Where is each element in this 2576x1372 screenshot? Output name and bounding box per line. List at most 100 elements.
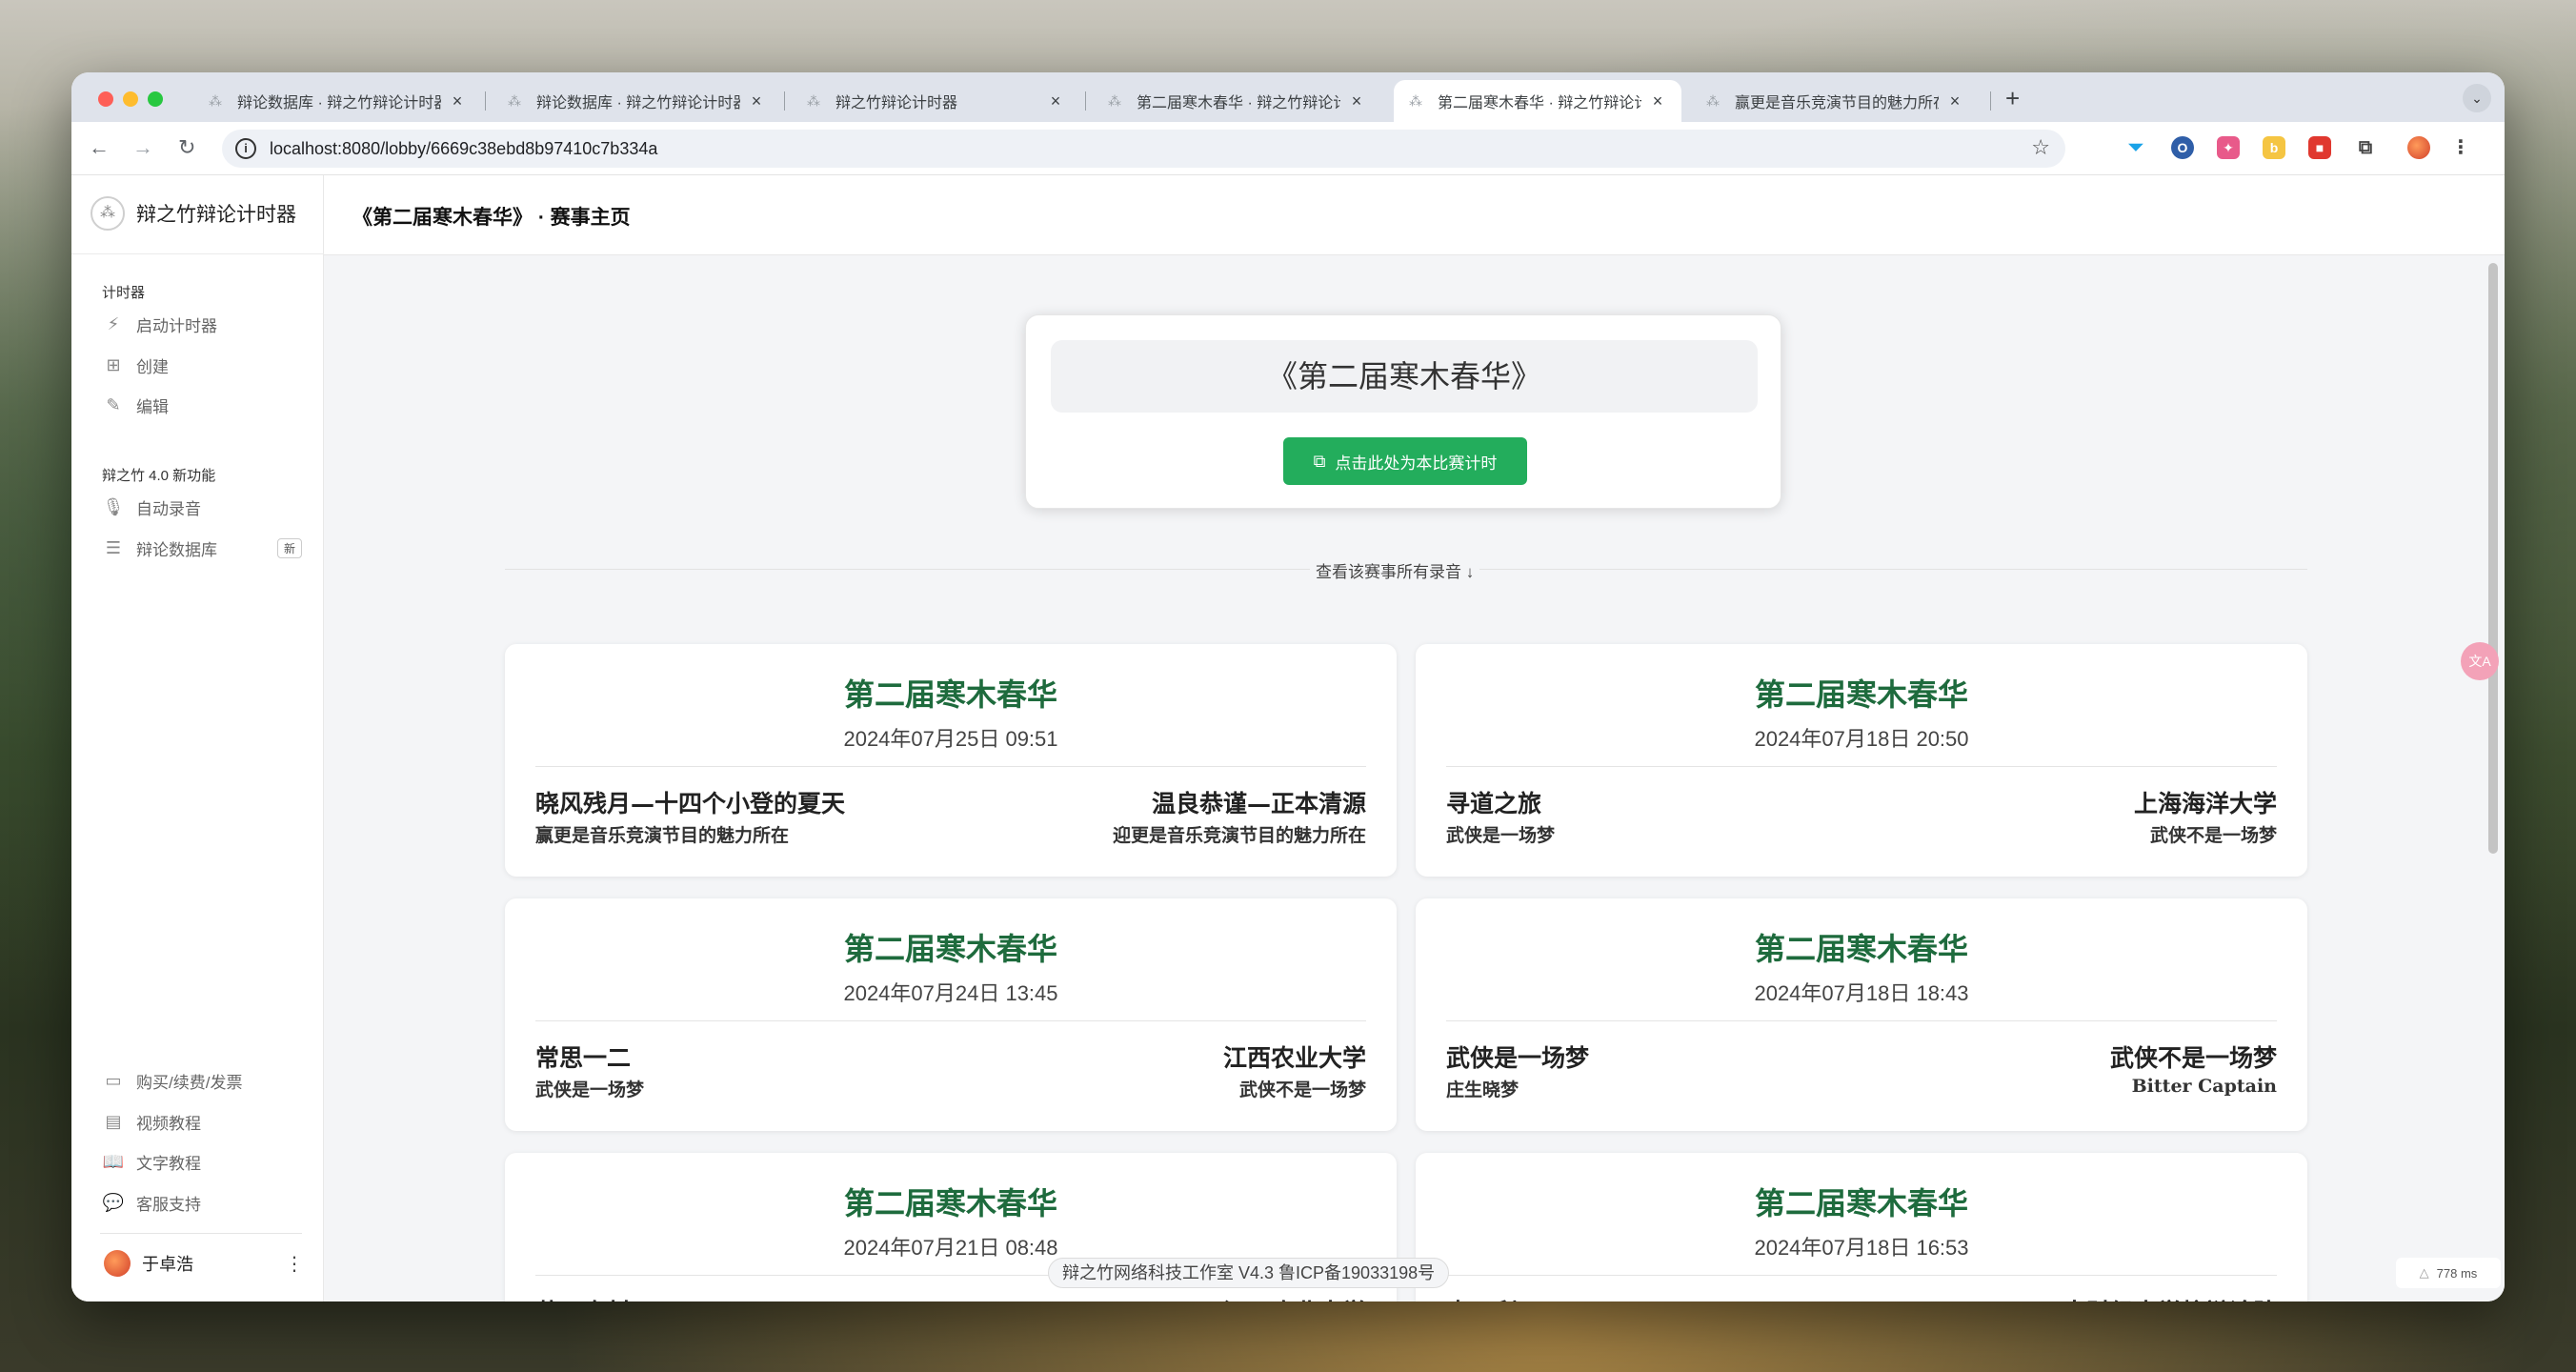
tab-label: 辩论数据库 · 辩之竹辩论计时器 bbox=[237, 95, 441, 111]
sidebar-item-label: 购买/续费/发票 bbox=[136, 1073, 243, 1092]
brand[interactable]: ⁂ 辩之竹辩论计时器 bbox=[91, 196, 296, 231]
sidebar-item-start-timer[interactable]: ⚡ 启动计时器 bbox=[102, 307, 302, 341]
tab-separator bbox=[784, 91, 785, 111]
match-title: 第二届寒木春华 bbox=[843, 931, 1057, 967]
note-extension-icon[interactable]: b bbox=[2263, 136, 2285, 159]
tab-4[interactable]: ⁂ 第二届寒木春华 · 辩之竹辩论计时器 × bbox=[1093, 80, 1380, 122]
record-extension-icon[interactable]: ■ bbox=[2308, 136, 2331, 159]
chat-icon: 💬 bbox=[102, 1192, 125, 1212]
address-bar[interactable]: i localhost:8080/lobby/6669c38ebd8b97410… bbox=[222, 130, 2065, 168]
tab-3[interactable]: ⁂ 辩之竹辩论计时器 × bbox=[792, 80, 1079, 122]
new-badge: 新 bbox=[276, 537, 302, 558]
url-text[interactable]: localhost:8080/lobby/6669c38ebd8b97410c7… bbox=[270, 139, 657, 159]
tab-1[interactable]: ⁂ 辩论数据库 · 辩之竹辩论计时器 × bbox=[193, 80, 481, 122]
close-tab-icon[interactable]: × bbox=[1649, 91, 1666, 111]
stance-affirmative: 赢更是音乐竞演节目的魅力所在 bbox=[535, 825, 790, 846]
team-affirmative: 李三利瓦 bbox=[1446, 1294, 1541, 1301]
close-tab-icon[interactable]: × bbox=[449, 91, 466, 111]
reload-icon[interactable]: ↻ bbox=[178, 135, 195, 160]
close-tab-icon[interactable]: × bbox=[1047, 91, 1064, 111]
sidebar-item-purchase[interactable]: ▭ 购买/续费/发票 bbox=[102, 1063, 302, 1098]
filter-extension-icon[interactable]: ⏷ bbox=[2124, 136, 2147, 159]
more-menu-icon[interactable]: ⋮ bbox=[285, 1252, 304, 1276]
new-tab-button[interactable]: + bbox=[2005, 84, 2020, 113]
sidebar-item-video-tutorial[interactable]: ▤ 视频教程 bbox=[102, 1104, 302, 1139]
user-profile[interactable]: 于卓浩 ⋮ bbox=[104, 1250, 304, 1277]
browser-toolbar: ← → ↻ i localhost:8080/lobby/6669c38ebd8… bbox=[71, 122, 2505, 175]
sidebar: ⁂ 辩之竹辩论计时器 计时器 ⚡ 启动计时器 ⊞ 创建 ✎ 编辑 辩之竹 4.0… bbox=[71, 175, 324, 1301]
puzzle-app-extension-icon[interactable]: ✦ bbox=[2217, 136, 2240, 159]
scrollbar-thumb[interactable] bbox=[2488, 263, 2498, 854]
close-window-button[interactable] bbox=[98, 91, 113, 107]
external-edit-icon: ⧉ bbox=[1313, 451, 1326, 471]
start-timer-button[interactable]: ⧉ 点击此处为本比赛计时 bbox=[1283, 437, 1527, 485]
translate-float-button[interactable]: 文A bbox=[2461, 642, 2499, 680]
tab-6[interactable]: ⁂ 赢更是音乐竞演节目的魅力所在 × bbox=[1691, 80, 1979, 122]
tab-2[interactable]: ⁂ 辩论数据库 · 辩之竹辩论计时器 × bbox=[493, 80, 780, 122]
browser-window: ⁂ 辩论数据库 · 辩之竹辩论计时器 × ⁂ 辩论数据库 · 辩之竹辩论计时器 … bbox=[71, 72, 2505, 1301]
team-affirmative: 武侠是一场梦 bbox=[1446, 1044, 1590, 1072]
match-date: 2024年07月18日 20:50 bbox=[1754, 727, 1969, 751]
match-date: 2024年07月24日 13:45 bbox=[843, 981, 1058, 1005]
browser-menu-icon[interactable]: ⋮ bbox=[2449, 136, 2472, 159]
card-divider bbox=[535, 1020, 1366, 1021]
bamboo-favicon-icon: ⁂ bbox=[209, 93, 222, 109]
bamboo-logo-icon: ⁂ bbox=[91, 196, 125, 231]
sidebar-item-label: 文字教程 bbox=[136, 1154, 201, 1173]
sidebar-item-text-tutorial[interactable]: 📖 文字教程 bbox=[102, 1144, 302, 1179]
sidebar-item-label: 自动录音 bbox=[136, 499, 201, 518]
sidebar-group-timer: 计时器 bbox=[102, 285, 146, 301]
maximize-window-button[interactable] bbox=[148, 91, 163, 107]
credit-card-icon: ▭ bbox=[105, 1070, 122, 1090]
close-tab-icon[interactable]: × bbox=[1946, 91, 1963, 111]
minimize-window-button[interactable] bbox=[123, 91, 138, 107]
sidebar-item-label: 辩论数据库 bbox=[136, 540, 217, 559]
match-card[interactable]: 第二届寒木春华 2024年07月18日 20:50 寻道之旅 上海海洋大学 武侠… bbox=[1416, 644, 2307, 877]
match-card[interactable]: 第二届寒木春华 2024年07月18日 18:43 武侠是一场梦 武侠不是一场梦… bbox=[1416, 898, 2307, 1131]
app-root: ⁂ 辩之竹辩论计时器 计时器 ⚡ 启动计时器 ⊞ 创建 ✎ 编辑 辩之竹 4.0… bbox=[71, 175, 2505, 1301]
sidebar-item-create[interactable]: ⊞ 创建 bbox=[102, 348, 302, 382]
sidebar-item-auto-record[interactable]: 🎙 自动录音 bbox=[102, 490, 302, 524]
profile-avatar[interactable] bbox=[2407, 136, 2430, 159]
forward-arrow-icon[interactable]: → bbox=[132, 135, 153, 160]
tab-separator bbox=[1085, 91, 1086, 111]
match-card[interactable]: 第二届寒木春华 2024年07月24日 13:45 常思一二 江西农业大学 武侠… bbox=[505, 898, 1397, 1131]
brand-name: 辩之竹辩论计时器 bbox=[136, 204, 296, 226]
close-tab-icon[interactable]: × bbox=[748, 91, 765, 111]
bookmark-star-icon[interactable]: ☆ bbox=[2031, 135, 2050, 160]
site-info-icon[interactable]: i bbox=[235, 138, 256, 159]
lightning-icon: ⚡ bbox=[107, 313, 120, 333]
tab-separator bbox=[1990, 91, 1991, 111]
film-icon: ▤ bbox=[105, 1111, 122, 1131]
bamboo-favicon-icon: ⁂ bbox=[1706, 93, 1720, 109]
tab-5-active[interactable]: ⁂ 第二届寒木春华 · 辩之竹辩论计时器 × bbox=[1394, 80, 1681, 122]
team-affirmative: 晓风残月—十四个小登的夏天 bbox=[535, 790, 846, 817]
team-affirmative: 寻道之旅 bbox=[1446, 790, 1542, 817]
sidebar-item-support[interactable]: 💬 客服支持 bbox=[102, 1185, 302, 1220]
match-card[interactable]: 第二届寒木春华 2024年07月25日 09:51 晓风残月—十四个小登的夏天 … bbox=[505, 644, 1397, 877]
view-all-recordings-link[interactable]: 查看该赛事所有录音 ↓ bbox=[1310, 558, 1480, 582]
stance-affirmative: 庄生晓梦 bbox=[1446, 1079, 1519, 1100]
tab-strip: ⁂ 辩论数据库 · 辩之竹辩论计时器 × ⁂ 辩论数据库 · 辩之竹辩论计时器 … bbox=[71, 72, 2505, 122]
bamboo-favicon-icon: ⁂ bbox=[1108, 93, 1121, 109]
sidebar-item-debate-database[interactable]: ☰ 辩论数据库 新 bbox=[102, 531, 302, 565]
match-title: 第二届寒木春华 bbox=[1754, 931, 1968, 967]
match-date: 2024年07月18日 18:43 bbox=[1754, 981, 1969, 1005]
content-header: 《第二届寒木春华》 · 赛事主页 bbox=[324, 175, 2505, 255]
tab-search-button[interactable]: ⌄ bbox=[2463, 84, 2491, 112]
sidebar-item-edit[interactable]: ✎ 编辑 bbox=[102, 388, 302, 422]
extensions-puzzle-icon[interactable]: ⧉ bbox=[2354, 136, 2377, 159]
card-divider bbox=[1446, 1020, 2277, 1021]
match-card[interactable]: 第二届寒木春华 2024年07月18日 16:53 李三利瓦 西南财经大学校辩论… bbox=[1416, 1153, 2307, 1301]
match-date: 2024年07月25日 09:51 bbox=[843, 727, 1058, 751]
user-name: 于卓浩 bbox=[142, 1255, 193, 1274]
tab-label: 赢更是音乐竞演节目的魅力所在 bbox=[1735, 95, 1939, 111]
back-arrow-icon[interactable]: ← bbox=[89, 135, 110, 160]
close-tab-icon[interactable]: × bbox=[1348, 91, 1365, 111]
folder-plus-icon: ⊞ bbox=[106, 354, 121, 374]
onepassword-extension-icon[interactable]: O bbox=[2171, 136, 2194, 159]
tab-label: 第二届寒木春华 · 辩之竹辩论计时器 bbox=[1137, 95, 1340, 111]
tab-label: 辩之竹辩论计时器 bbox=[835, 95, 958, 111]
sidebar-item-label: 启动计时器 bbox=[136, 316, 217, 335]
stance-negative: 迎更是音乐竞演节目的魅力所在 bbox=[1112, 825, 1366, 846]
